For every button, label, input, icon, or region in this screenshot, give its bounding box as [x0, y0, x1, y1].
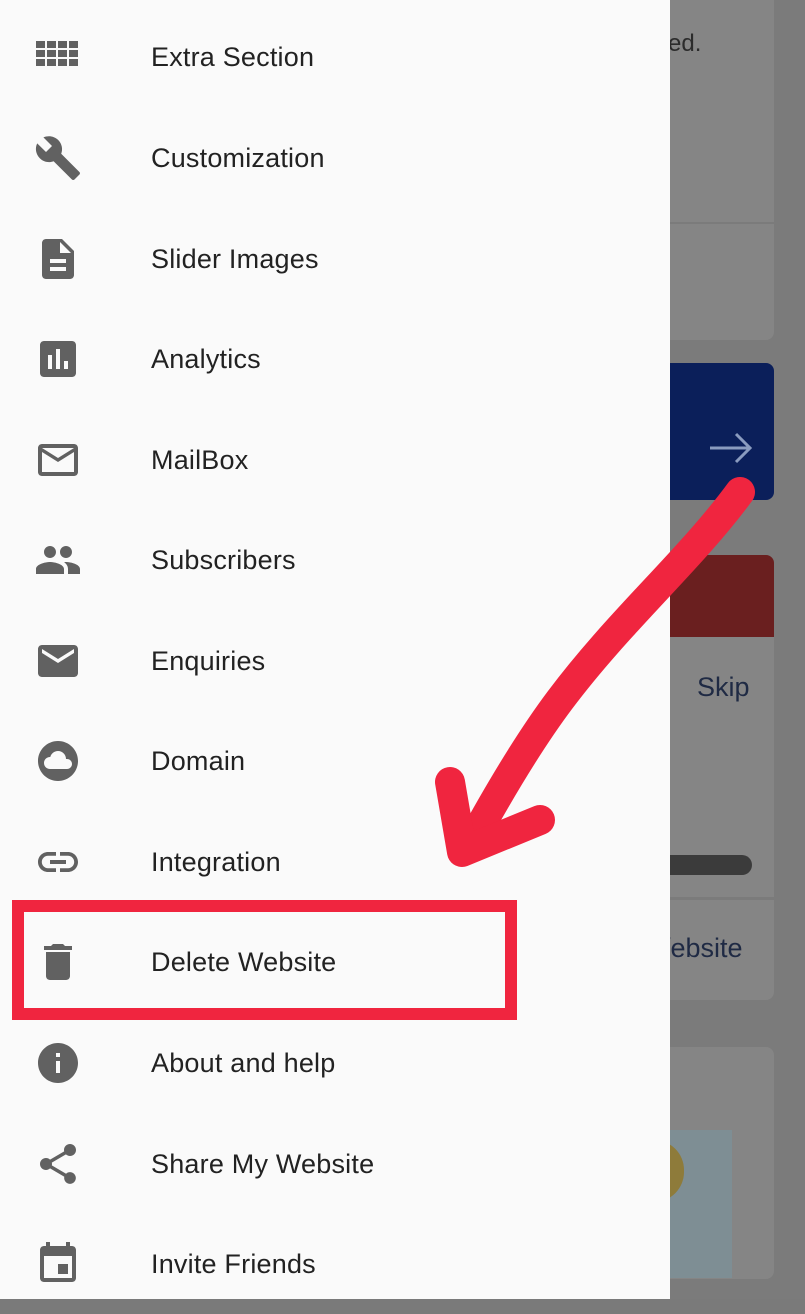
menu-item-integration[interactable]: Integration — [0, 812, 670, 912]
arrow-right-icon[interactable] — [708, 430, 754, 466]
menu-item-label: Invite Friends — [151, 1248, 316, 1279]
menu-item-enquiries[interactable]: Enquiries — [0, 611, 670, 711]
link-icon — [34, 838, 82, 886]
menu-item-label: Share My Website — [151, 1148, 375, 1179]
document-icon — [34, 235, 82, 283]
menu-item-label: Analytics — [151, 343, 261, 374]
bar-chart-icon — [34, 335, 82, 383]
wrench-icon — [34, 134, 82, 182]
menu-item-invite-friends[interactable]: Invite Friends — [0, 1214, 670, 1314]
menu-item-domain[interactable]: Domain — [0, 711, 670, 811]
cloud-icon — [34, 737, 82, 785]
menu-item-delete-website[interactable]: Delete Website — [0, 912, 670, 1012]
trash-icon — [34, 938, 82, 986]
menu-item-label: Extra Section — [151, 41, 315, 72]
menu-item-label: Domain — [151, 745, 246, 776]
background-partial-text: ed. — [668, 30, 702, 57]
people-icon — [34, 536, 82, 584]
menu-item-extra-section[interactable]: Extra Section — [0, 7, 670, 107]
menu-item-label: About and help — [151, 1047, 336, 1078]
menu-item-label: Delete Website — [151, 946, 337, 977]
menu-item-subscribers[interactable]: Subscribers — [0, 510, 670, 610]
skip-button[interactable]: Skip — [697, 672, 750, 703]
menu-item-label: Customization — [151, 142, 325, 173]
menu-item-slider-images[interactable]: Slider Images — [0, 209, 670, 309]
menu-item-label: Slider Images — [151, 243, 319, 274]
menu-item-label: Enquiries — [151, 645, 266, 676]
menu-item-customization[interactable]: Customization — [0, 108, 670, 208]
menu-item-share-my-website[interactable]: Share My Website — [0, 1114, 670, 1214]
menu-item-label: Integration — [151, 846, 281, 877]
share-icon — [34, 1140, 82, 1188]
menu-item-label: Subscribers — [151, 544, 296, 575]
calendar-icon — [34, 1240, 82, 1288]
menu-item-analytics[interactable]: Analytics — [0, 309, 670, 409]
grid-icon — [34, 33, 82, 81]
navigation-drawer: Extra Section Customization Slider Image… — [0, 0, 670, 1299]
menu-item-label: MailBox — [151, 444, 249, 475]
mail-outline-icon — [34, 436, 82, 484]
menu-item-about-and-help[interactable]: About and help — [0, 1013, 670, 1113]
menu-item-mailbox[interactable]: MailBox — [0, 410, 670, 510]
info-icon — [34, 1039, 82, 1087]
mail-icon — [34, 637, 82, 685]
background-website-button[interactable]: /ebsite — [663, 933, 743, 964]
